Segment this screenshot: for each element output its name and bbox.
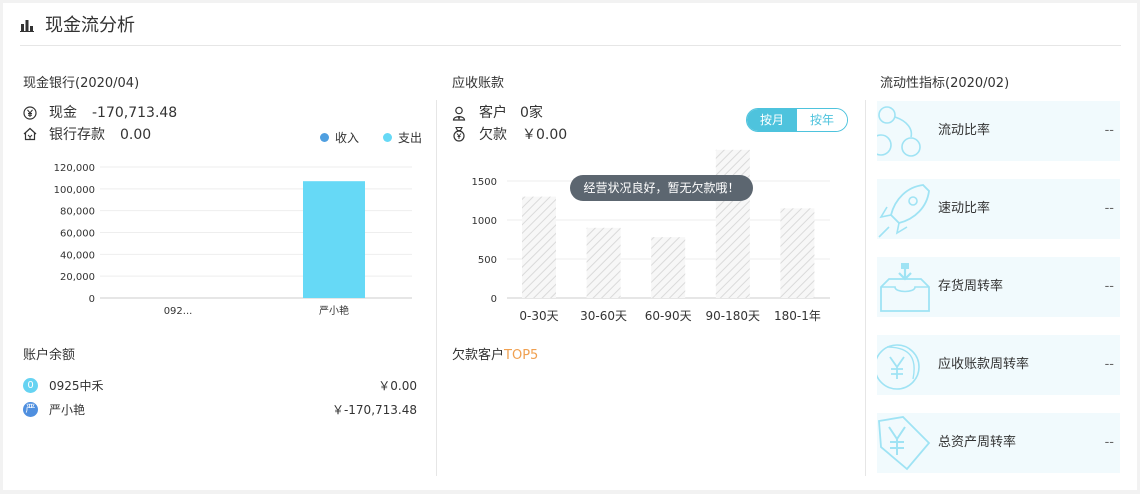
receivables-title: 应收账款 [452, 76, 505, 91]
page-title: 现金流分析 [45, 15, 135, 36]
receivables-aging-chart: 1500 1000 500 0 0-30天 30-60天 60-90天 90-180天 180-… [472, 149, 830, 323]
metric-label: 速动比率 [938, 201, 991, 216]
metric-total-asset-turnover: 总资产周转率 -- [877, 413, 1120, 473]
bank-value: 0.00 [120, 127, 152, 143]
y-tick-label: 100,000 [54, 185, 95, 196]
x-tick-label: 90-180天 [706, 309, 761, 323]
no-debt-tooltip: 经营状况良好，暂无欠款哦！ [570, 175, 753, 201]
account-badge-0925: 0 [23, 378, 38, 393]
y-tick-label: 20,000 [60, 272, 95, 283]
x-tick-label: 60-90天 [645, 309, 692, 323]
customer-label: 客户 [479, 105, 507, 121]
metric-receivables-turnover: 应收账款周转率 -- [877, 335, 1120, 395]
cash-label: 现金 [49, 105, 77, 121]
aging-bar [586, 227, 621, 298]
aging-bar [715, 149, 750, 298]
cash-value: -170,713.48 [92, 105, 178, 121]
legend-income-label[interactable]: 收入 [335, 130, 359, 146]
bank-label: 银行存款 [49, 127, 105, 143]
metric-value: -- [1104, 201, 1114, 216]
metric-value: -- [1104, 123, 1114, 138]
x-tick-label: 0-30天 [519, 309, 558, 323]
aging-bar [651, 237, 686, 298]
y-tick-label: 60,000 [60, 229, 95, 240]
legend-expense-dot [383, 133, 392, 142]
y-tick-label: 500 [478, 255, 497, 266]
metric-value: -- [1104, 357, 1114, 372]
metric-value: -- [1104, 435, 1114, 450]
top5-debtors-title: 欠款客户TOP5 [452, 348, 538, 364]
yen-shield-icon [877, 344, 920, 390]
cash-bank-title: 现金银行(2020/04) [23, 76, 140, 91]
column-divider-1 [436, 100, 437, 476]
metric-current-ratio: 流动比率 -- [877, 101, 1120, 161]
inventory-box-icon [880, 263, 930, 312]
account-badge-yanxiaoyan: 严 [23, 402, 38, 417]
liquidity-title: 流动性指标(2020/02) [880, 76, 1010, 91]
y-tick-label: 1000 [472, 216, 497, 227]
header-divider [20, 45, 1121, 46]
legend-expense-label[interactable]: 支出 [398, 130, 422, 146]
y-tick-label: 120,000 [54, 163, 95, 174]
y-tick-label: 0 [491, 294, 497, 305]
y-tick-label: 80,000 [60, 207, 95, 218]
bank-house-icon [23, 127, 37, 141]
period-toggle: 按月 按年 [746, 108, 848, 132]
toggle-by-year-button[interactable]: 按年 [797, 109, 847, 131]
bar-chart-icon [20, 20, 34, 32]
yen-circle-icon [23, 106, 37, 120]
column-divider-2 [865, 100, 866, 476]
account-value-0925: ￥0.00 [378, 379, 417, 393]
account-value-yanxiaoyan: ￥-170,713.48 [331, 403, 417, 417]
metric-label: 流动比率 [938, 123, 991, 138]
bar-expense[interactable] [303, 181, 365, 298]
account-name-0925: 0925中禾 [49, 379, 104, 393]
x-tick-label: 30-60天 [580, 309, 627, 323]
x-tick-label: 092... [164, 306, 193, 317]
cash-bank-bar-chart: 120,000 100,000 80,000 60,000 40,000 20,000 0 0… [54, 163, 412, 317]
toggle-by-month-button[interactable]: 按月 [747, 109, 797, 131]
legend-income-dot [320, 133, 329, 142]
metric-label: 应收账款周转率 [938, 357, 1030, 372]
metric-quick-ratio: 速动比率 -- [877, 179, 1120, 239]
y-tick-label: 40,000 [60, 250, 95, 261]
aging-bar [780, 208, 815, 298]
x-tick-label: 180-1年 [774, 309, 821, 323]
metric-inventory-turnover: 存货周转率 -- [877, 257, 1120, 317]
metric-label: 总资产周转率 [938, 435, 1017, 450]
aging-bar [522, 196, 556, 298]
x-tick-label: 严小艳 [319, 304, 349, 317]
y-tick-label: 1500 [472, 177, 497, 188]
metric-value: -- [1104, 279, 1114, 294]
bubbles-icon [877, 106, 921, 157]
customer-person-icon [452, 106, 466, 121]
rocket-icon [878, 184, 930, 238]
metric-label: 存货周转率 [938, 279, 1004, 294]
top5-prefix: 欠款客户 [452, 348, 505, 363]
y-tick-label: 0 [89, 294, 95, 305]
yen-tag-icon [878, 416, 931, 471]
account-balance-title: 账户余额 [23, 348, 76, 363]
top5-suffix: TOP5 [504, 348, 539, 363]
customer-value: 0家 [520, 105, 543, 121]
account-name-yanxiaoyan: 严小艳 [49, 403, 86, 417]
